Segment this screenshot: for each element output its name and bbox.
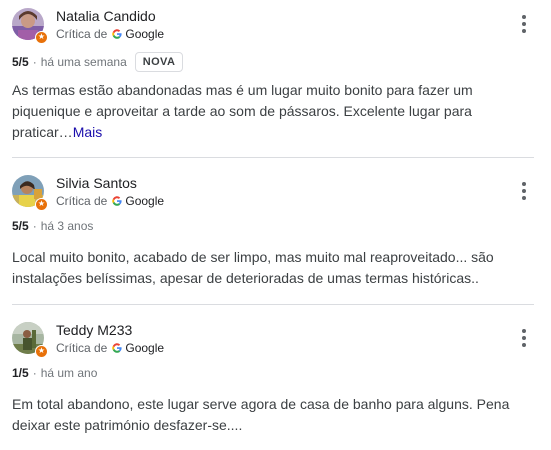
critic-source: Google — [125, 194, 165, 208]
divider — [12, 304, 534, 305]
reviewer-name[interactable]: Teddy M233 — [56, 322, 132, 338]
review-score: 1/5 — [12, 366, 29, 380]
review-text: Local muito bonito, acabado de ser limpo… — [12, 249, 494, 286]
google-g-icon — [112, 29, 122, 39]
meta-separator: · — [32, 219, 37, 233]
new-badge: NOVA — [134, 52, 184, 72]
local-guide-star-icon: ★ — [35, 345, 48, 358]
reviewer-name[interactable]: Silvia Santos — [56, 175, 137, 191]
review-meta: 1/5 · há um ano — [12, 366, 97, 380]
review-source: Crítica de Google — [56, 341, 164, 355]
more-link[interactable]: Mais — [73, 124, 103, 140]
critic-source: Google — [125, 341, 165, 355]
review-source: Crítica de Google — [56, 27, 164, 41]
reviewer-avatar[interactable]: ★ — [12, 322, 48, 358]
review-score: 5/5 — [12, 55, 29, 69]
review-meta: 5/5 · há 3 anos — [12, 219, 93, 233]
local-guide-star-icon: ★ — [35, 31, 48, 44]
critic-source: Google — [125, 27, 165, 41]
google-g-icon — [112, 343, 122, 353]
review-time: há uma semana — [40, 55, 127, 69]
review-score: 5/5 — [12, 219, 29, 233]
critic-prefix: Crítica de — [56, 341, 108, 355]
review-text: As termas estão abandonadas mas é um lug… — [12, 80, 512, 143]
reviewer-avatar[interactable]: ★ — [12, 175, 48, 211]
critic-prefix: Crítica de — [56, 194, 108, 208]
meta-separator: · — [32, 55, 37, 69]
meta-separator: · — [32, 366, 37, 380]
more-vert-icon[interactable] — [514, 13, 534, 35]
divider — [12, 157, 534, 158]
critic-prefix: Crítica de — [56, 27, 108, 41]
review-time: há um ano — [40, 366, 98, 380]
review-source: Crítica de Google — [56, 194, 164, 208]
reviewer-name[interactable]: Natalia Candido — [56, 8, 156, 24]
more-vert-icon[interactable] — [514, 327, 534, 349]
local-guide-star-icon: ★ — [35, 198, 48, 211]
review-meta: 5/5 · há uma semana NOVA — [12, 52, 184, 72]
reviewer-avatar[interactable]: ★ — [12, 8, 48, 44]
review-time: há 3 anos — [40, 219, 94, 233]
google-g-icon — [112, 196, 122, 206]
more-vert-icon[interactable] — [514, 180, 534, 202]
review-text: Em total abandono, este lugar serve agor… — [12, 396, 510, 433]
